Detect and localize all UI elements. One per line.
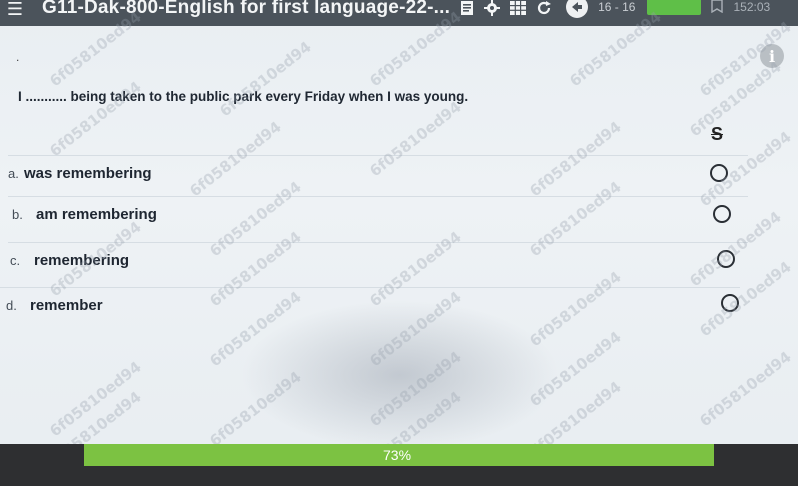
option-letter: c. (10, 253, 21, 268)
grid-icon[interactable] (510, 1, 527, 15)
question-counter: 16 - 16 (598, 0, 636, 14)
watermark-text: 6f05810ed94 (686, 57, 785, 141)
marker-dot: . (16, 50, 20, 64)
watermark-text: 6f05810ed94 (46, 357, 145, 441)
option-letter: b. (12, 207, 23, 222)
radio-button[interactable] (721, 294, 739, 312)
exam-title: G11-Dak-800-English for first language-2… (42, 0, 451, 18)
watermark-text: 6f05810ed94 (206, 367, 305, 451)
top-bar: ☰ G11-Dak-800-English for first language… (0, 0, 798, 26)
option-b[interactable]: b. am remembering (8, 196, 748, 232)
refresh-icon[interactable] (536, 0, 552, 16)
timer: 152:03 (733, 0, 771, 14)
option-d[interactable]: d. remember (0, 287, 740, 323)
option-text: remember (30, 297, 103, 314)
document-icon[interactable] (460, 0, 474, 16)
watermark-text: 6f05810ed94 (366, 347, 465, 431)
info-icon[interactable]: i (760, 44, 784, 68)
strikethrough-icon[interactable]: S (704, 123, 730, 145)
option-letter: a. (8, 166, 19, 181)
option-text: was remembering (24, 165, 152, 182)
option-c[interactable]: c. remembering (8, 242, 748, 278)
radio-button[interactable] (713, 205, 731, 223)
bookmark-icon[interactable] (711, 0, 724, 16)
radio-button[interactable] (710, 164, 728, 182)
back-arrow-icon[interactable] (566, 0, 589, 18)
radio-button[interactable] (717, 250, 735, 268)
option-letter: d. (6, 298, 17, 313)
submit-button[interactable] (647, 0, 702, 15)
watermark-text: 6f05810ed94 (696, 347, 795, 431)
option-a[interactable]: a. was remembering (8, 155, 748, 191)
progress-label: 73% (383, 447, 412, 463)
watermark-text: 6f05810ed94 (526, 327, 625, 411)
gear-icon[interactable] (484, 0, 501, 16)
watermark-text: 6f05810ed94 (216, 37, 315, 121)
option-text: remembering (34, 252, 130, 269)
question-text: I ........... being taken to the public … (18, 89, 469, 104)
menu-icon[interactable]: ☰ (0, 0, 30, 18)
option-text: am remembering (36, 206, 157, 223)
